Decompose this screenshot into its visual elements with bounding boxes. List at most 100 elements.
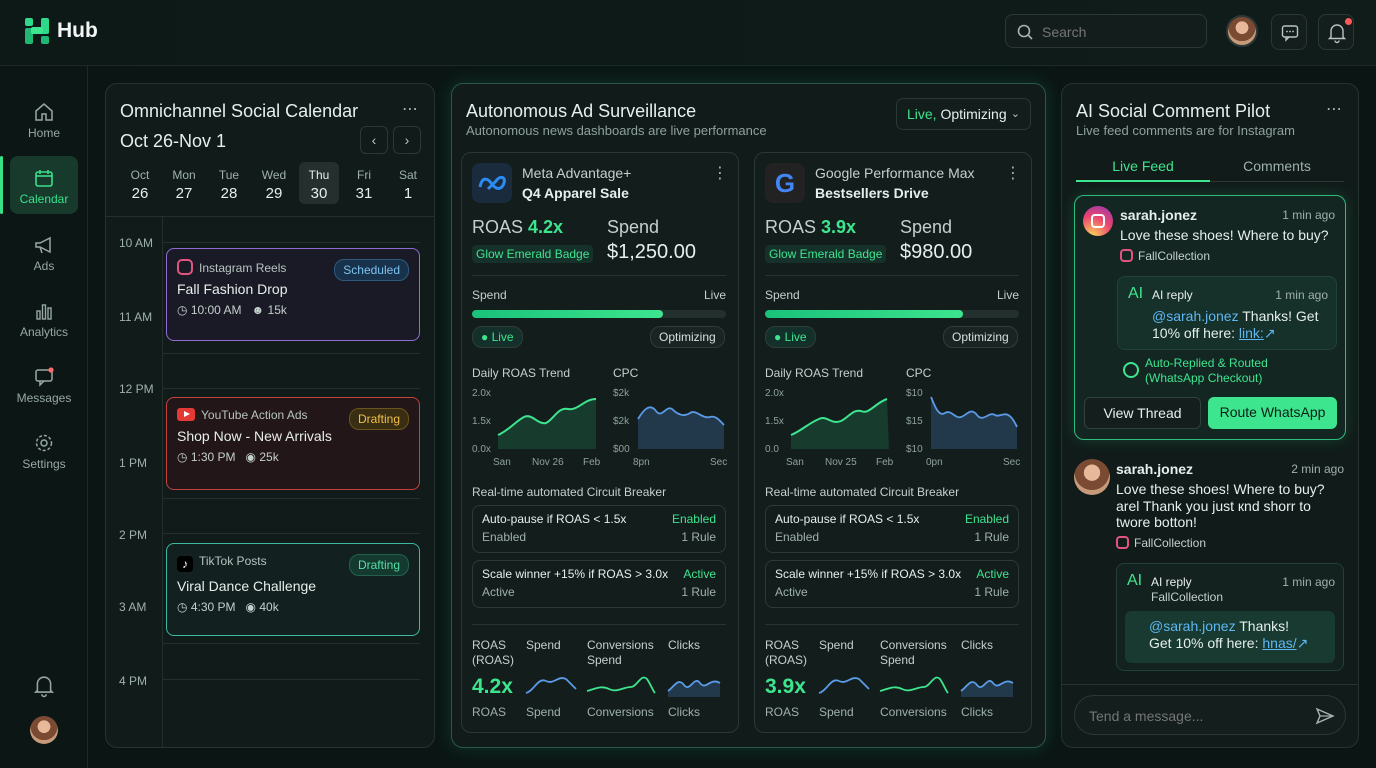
calendar-more-icon[interactable]: ⋯ — [402, 99, 419, 119]
campaign-more-icon[interactable]: ⋮ — [1005, 163, 1022, 183]
trend-x-label: San — [493, 457, 511, 468]
trend-title: Daily ROAS Trend — [472, 366, 571, 380]
clicks-sparkline — [667, 680, 721, 697]
comment-card: sarah.jonez 2 min ago Love these shoes! … — [1074, 455, 1346, 677]
rule-count: 1 Rule — [974, 585, 1009, 599]
campaign-platform: Google Performance Max — [815, 165, 975, 181]
campaign-more-icon[interactable]: ⋮ — [712, 163, 729, 183]
ads-title: Autonomous Ad Surveillance — [466, 101, 697, 121]
spend-label: Spend — [607, 217, 660, 237]
cpc-chart — [930, 396, 1018, 449]
chat-button[interactable] — [1271, 14, 1307, 50]
eye-icon: ◉ — [245, 600, 257, 614]
tab-live-feed[interactable]: Live Feed — [1076, 158, 1210, 174]
metric-foot: Clicks — [961, 705, 993, 719]
calendar-title: Omnichannel Social Calendar — [120, 101, 359, 121]
pilot-more-icon[interactable]: ⋯ — [1326, 99, 1343, 119]
event-count: 25k — [259, 450, 279, 464]
event-card-youtube[interactable]: YouTube Action Ads Drafting Shop Now - N… — [166, 397, 420, 490]
reply-link[interactable]: hnas/ — [1262, 635, 1296, 651]
search-box[interactable] — [1005, 14, 1207, 48]
reply-link[interactable]: link: — [1239, 325, 1264, 341]
roas-value: 3.9x — [821, 217, 857, 237]
trend-x-label: San — [786, 457, 804, 468]
divider — [472, 624, 726, 625]
rule-name: Auto-pause if ROAS < 1.5x — [482, 512, 627, 526]
trend-y-label: 0.0x — [472, 444, 491, 455]
instagram-icon — [1120, 249, 1133, 262]
prev-week-button[interactable]: ‹ — [360, 126, 388, 154]
rule-auto-pause[interactable]: Auto-pause if ROAS < 1.5x Enabled Enabled 1… — [765, 505, 1019, 553]
day-selected[interactable]: Thu 30 — [299, 162, 339, 204]
rule-sub: Enabled — [482, 530, 527, 544]
route-whatsapp-button[interactable]: Route WhatsApp — [1208, 397, 1337, 429]
ai-icon: AI — [1127, 572, 1143, 589]
conversions-sparkline — [586, 676, 656, 694]
day-cell[interactable]: Mon 27 — [164, 168, 204, 202]
notifications-button[interactable] — [1318, 14, 1354, 50]
optimizing-pill: Optimizing — [943, 326, 1018, 348]
rule-count: 1 Rule — [974, 530, 1009, 544]
ai-reply-sub: FallCollection — [1151, 590, 1224, 604]
day-label: Tue — [218, 168, 240, 182]
day-cell[interactable]: Tue 28 — [209, 168, 249, 202]
message-input[interactable] — [1089, 706, 1299, 726]
sidebar-avatar[interactable] — [30, 716, 58, 744]
send-icon[interactable] — [1315, 707, 1335, 730]
breaker-title: Real-time automated Circuit Breaker — [472, 485, 667, 499]
comment-time: 2 min ago — [1291, 462, 1344, 476]
message-composer[interactable] — [1074, 695, 1346, 735]
hour-gridline — [163, 643, 420, 644]
status-rest-text: Optimizing — [936, 106, 1007, 122]
day-cell[interactable]: Sat 1 — [388, 168, 428, 202]
event-card-tiktok[interactable]: ♪ TikTok Posts Drafting Viral Dance Chall… — [166, 543, 420, 636]
conversions-sparkline — [879, 676, 949, 694]
comment-text: Love these shoes! Where to buy? arel Tha… — [1116, 481, 1325, 530]
next-week-button[interactable]: › — [393, 126, 421, 154]
tab-comments[interactable]: Comments — [1210, 158, 1344, 174]
day-cell[interactable]: Fri 31 — [344, 168, 384, 202]
instagram-icon — [177, 259, 193, 275]
search-input[interactable] — [1042, 22, 1192, 42]
bar-label: Spend — [765, 288, 800, 302]
event-card-instagram[interactable]: Instagram Reels Scheduled Fall Fashion D… — [166, 248, 420, 341]
spend-progress-bar — [472, 310, 726, 318]
ads-subtitle: Autonomous news dashboards are live perf… — [466, 123, 767, 138]
sidebar-item-settings[interactable]: Settings — [10, 421, 78, 479]
composer-divider — [1062, 684, 1358, 685]
hour-gridline — [163, 533, 420, 534]
user-avatar[interactable] — [1226, 15, 1258, 47]
day-label: Fri — [357, 168, 371, 182]
day-cell[interactable]: Oct 26 — [120, 168, 160, 202]
rule-scale-winner[interactable]: Scale winner +15% if ROAS > 3.0x Active Ac… — [765, 560, 1019, 608]
day-number: 29 — [265, 185, 283, 202]
roas-trend-chart — [497, 398, 597, 449]
rule-sub: Active — [775, 585, 808, 599]
trend-y-label: 2.0x — [765, 388, 784, 399]
sidebar-item-messages[interactable]: Messages — [10, 355, 78, 413]
metric-foot: ROAS — [765, 705, 800, 719]
cpc-x-label: 8pn — [633, 457, 650, 468]
ai-reply-label: AI reply — [1152, 288, 1193, 302]
rule-scale-winner[interactable]: Scale winner +15% if ROAS > 3.0x Active Ac… — [472, 560, 726, 608]
event-time: 1:30 PM — [190, 450, 236, 464]
sidebar-item-ads[interactable]: Ads — [10, 223, 78, 281]
comment-account-row: FallCollection — [1120, 249, 1210, 263]
day-cell[interactable]: Wed 29 — [254, 168, 294, 202]
event-source: YouTube Action Ads — [201, 408, 308, 422]
sidebar-item-calendar[interactable]: Calendar — [0, 156, 78, 214]
rule-auto-pause[interactable]: Auto-pause if ROAS < 1.5x Enabled Enabled 1… — [472, 505, 726, 553]
account-name: FallCollection — [1138, 249, 1211, 263]
cpc-title: CPC — [613, 366, 639, 380]
campaign-name: Q4 Apparel Sale — [522, 185, 629, 201]
cpc-title: CPC — [906, 366, 932, 380]
chat-icon — [1281, 24, 1299, 47]
view-thread-button[interactable]: View Thread — [1084, 397, 1201, 429]
sidebar-item-analytics[interactable]: Analytics — [10, 289, 78, 347]
status-dropdown[interactable]: Live, Optimizing ⌄ — [896, 98, 1031, 130]
sidebar-item-home[interactable]: Home — [10, 90, 78, 148]
day-number: 1 — [403, 185, 413, 202]
cpc-x-label: Sec — [1003, 457, 1021, 468]
sidebar-bell-icon[interactable] — [33, 675, 55, 702]
event-title: Viral Dance Challenge — [177, 578, 317, 594]
